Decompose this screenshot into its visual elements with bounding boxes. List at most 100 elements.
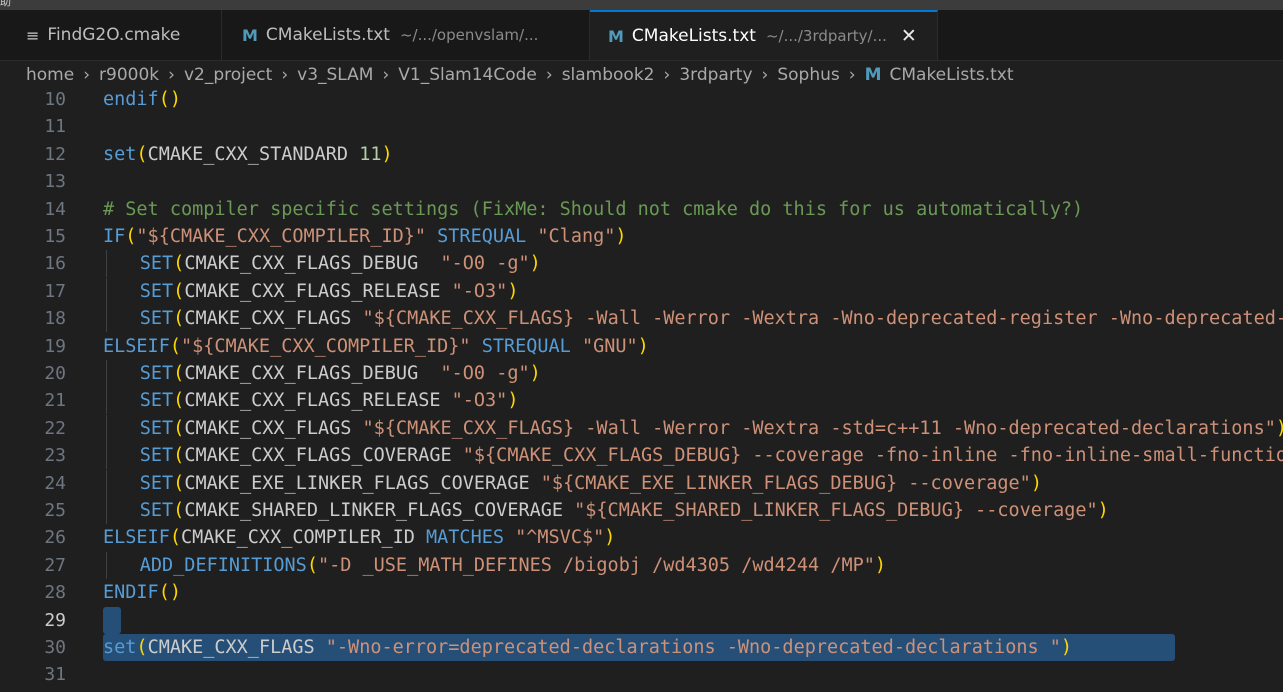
code-line[interactable]: 25 SET(CMAKE_SHARED_LINKER_FLAGS_COVERAGE… [0, 497, 1283, 524]
code-token: ) [604, 527, 616, 549]
code-line[interactable]: 18 SET(CMAKE_CXX_FLAGS "${CMAKE_CXX_FLAGS… [0, 305, 1283, 333]
code-token: "-O3" [451, 280, 508, 302]
code-token: CMAKE_CXX_STANDARD [147, 143, 360, 165]
code-line[interactable]: 31 [0, 661, 1283, 688]
code-text[interactable]: # Set compiler specific settings (FixMe:… [103, 196, 1083, 223]
tab-findg2o-cmake[interactable]: ≡ FindG2O.cmake [0, 10, 222, 60]
code-token: () [158, 89, 181, 110]
code-token: "${CMAKE_CXX_COMPILER_ID}" [136, 226, 427, 247]
code-text[interactable]: SET(CMAKE_CXX_FLAGS_COVERAGE "${CMAKE_CX… [140, 442, 1283, 469]
code-text[interactable]: set(CMAKE_CXX_STANDARD 11) [103, 141, 393, 168]
breadcrumb-item-file[interactable]: CMakeLists.txt [889, 65, 1013, 85]
code-text[interactable]: ADD_DEFINITIONS("-D _USE_MATH_DEFINES /b… [140, 552, 886, 579]
line-number: 11 [44, 116, 66, 138]
code-token: ( [173, 253, 185, 275]
line-number: 30 [44, 637, 66, 658]
code-text[interactable]: SET(CMAKE_CXX_FLAGS_DEBUG "-O0 -g") [140, 360, 541, 387]
code-text[interactable]: ELSEIF("${CMAKE_CXX_COMPILER_ID}" STREQU… [103, 333, 649, 360]
breadcrumb-item-v1-slam14code[interactable]: V1_Slam14Code [398, 65, 537, 85]
code-text[interactable]: IF("${CMAKE_CXX_COMPILER_ID}" STREQUAL "… [103, 223, 627, 250]
code-token: SET [139, 253, 174, 275]
code-line[interactable]: 15 IF("${CMAKE_CXX_COMPILER_ID}" STREQUAL… [0, 223, 1283, 250]
indent-guide [106, 469, 107, 497]
code-text[interactable]: SET(CMAKE_EXE_LINKER_FLAGS_COVERAGE "${C… [140, 470, 1042, 497]
indent-guide [106, 250, 107, 278]
code-token: CMAKE_CXX_FLAGS_DEBUG [184, 363, 441, 384]
code-line[interactable]: 30 set(CMAKE_CXX_FLAGS "-Wno-error=deprec… [0, 634, 1283, 661]
breadcrumb-item-3rdparty[interactable]: 3rdparty [679, 65, 752, 85]
tab-path: ~/.../3rdparty/... [765, 27, 887, 45]
code-token: ) [1276, 418, 1283, 439]
code-text[interactable]: ENDIF() [103, 579, 181, 606]
code-token: SET [139, 417, 174, 439]
menu-bar: 助 [0, 0, 1283, 10]
code-text[interactable]: SET(CMAKE_CXX_FLAGS_RELEASE "-O3") [140, 278, 519, 305]
breadcrumb-item-sophus[interactable]: Sophus [777, 65, 839, 85]
code-text[interactable]: SET(CMAKE_SHARED_LINKER_FLAGS_COVERAGE "… [140, 497, 1109, 524]
breadcrumb-item-home[interactable]: home [26, 65, 74, 85]
close-icon[interactable]: ✕ [901, 25, 917, 47]
line-number: 25 [44, 500, 66, 521]
code-line[interactable]: 29 [0, 606, 1283, 634]
code-token: "GNU" [581, 335, 638, 357]
code-token: CMAKE_CXX_COMPILER_ID [180, 527, 427, 549]
breadcrumb-item-slambook2[interactable]: slambook2 [562, 65, 655, 85]
line-number: 22 [44, 417, 66, 439]
code-text[interactable]: SET(CMAKE_CXX_FLAGS_RELEASE "-O3") [140, 387, 519, 414]
code-line[interactable]: 28 ENDIF() [0, 579, 1283, 606]
code-token: CMAKE_CXX_FLAGS [184, 417, 363, 439]
line-number: 27 [44, 554, 66, 576]
tab-cmakelists-openvslam[interactable]: M CMakeLists.txt ~/.../openvslam/... [222, 10, 590, 60]
code-line[interactable]: 24 SET(CMAKE_EXE_LINKER_FLAGS_COVERAGE "$… [0, 469, 1283, 497]
line-number: 29 [44, 609, 66, 631]
code-editor[interactable]: 10 endif() 11 12 set(CMAKE_CXX_STANDARD 11) 1… [0, 89, 1283, 692]
line-number: 12 [44, 143, 66, 165]
code-line[interactable]: 21 SET(CMAKE_CXX_FLAGS_RELEASE "-O3") [0, 387, 1283, 415]
code-line[interactable]: 17 SET(CMAKE_CXX_FLAGS_RELEASE "-O3") [0, 277, 1283, 305]
code-token: ) [381, 143, 393, 165]
code-line[interactable]: 27 ADD_DEFINITIONS("-D _USE_MATH_DEFINES … [0, 551, 1283, 579]
code-token: "-O0 -g" [440, 363, 530, 384]
code-line[interactable]: 10 endif() [0, 89, 1283, 113]
code-line[interactable]: 23 SET(CMAKE_CXX_FLAGS_COVERAGE "${CMAKE_… [0, 442, 1283, 470]
code-line[interactable]: 26 ELSEIF(CMAKE_CXX_COMPILER_ID MATCHES "… [0, 524, 1283, 551]
code-token: SET [139, 472, 174, 494]
code-token: "${CMAKE_CXX_FLAGS} -Wall -Werror -Wextr… [362, 417, 1276, 439]
line-number: 21 [44, 390, 66, 412]
chevron-right-icon: › [761, 65, 769, 85]
code-text[interactable]: endif() [103, 89, 181, 113]
code-token: "-O3" [451, 390, 508, 412]
code-token: ) [1060, 637, 1073, 658]
code-text[interactable]: SET(CMAKE_CXX_FLAGS "${CMAKE_CXX_FLAGS} … [140, 415, 1283, 442]
breadcrumb-item-r9000k[interactable]: r9000k [99, 65, 159, 85]
code-line[interactable]: 16 SET(CMAKE_CXX_FLAGS_DEBUG "-O0 -g") [0, 250, 1283, 278]
code-line[interactable]: 12 set(CMAKE_CXX_STANDARD 11) [0, 141, 1283, 168]
code-line[interactable]: 19 ELSEIF("${CMAKE_CXX_COMPILER_ID}" STRE… [0, 333, 1283, 360]
code-text[interactable]: ELSEIF(CMAKE_CXX_COMPILER_ID MATCHES "^M… [103, 524, 615, 551]
code-token: ( [125, 226, 137, 247]
code-token: "^MSVC$" [515, 527, 605, 549]
code-line[interactable]: 20 SET(CMAKE_CXX_FLAGS_DEBUG "-O0 -g") [0, 360, 1283, 387]
line-number: 13 [44, 171, 66, 193]
breadcrumb-item-v3-slam[interactable]: v3_SLAM [297, 65, 373, 85]
code-line[interactable]: 22 SET(CMAKE_CXX_FLAGS "${CMAKE_CXX_FLAGS… [0, 414, 1283, 442]
chevron-right-icon: › [382, 65, 390, 85]
menu-stub-text[interactable]: 助 [0, 0, 11, 8]
code-text[interactable]: set(CMAKE_CXX_FLAGS "-Wno-error=deprecat… [103, 634, 1072, 661]
tab-label: FindG2O.cmake [47, 25, 181, 45]
cmake-m-icon: M [608, 26, 624, 46]
code-text[interactable]: SET(CMAKE_CXX_FLAGS "${CMAKE_CXX_FLAGS} … [140, 305, 1283, 332]
code-token: ( [173, 445, 185, 467]
code-token: "${CMAKE_CXX_COMPILER_ID}" [180, 335, 471, 357]
list-icon: ≡ [26, 25, 40, 45]
code-token: ) [529, 253, 541, 275]
code-text[interactable]: SET(CMAKE_CXX_FLAGS_DEBUG "-O0 -g") [140, 250, 541, 277]
code-token: "${CMAKE_EXE_LINKER_FLAGS_DEBUG} --cover… [540, 472, 1031, 494]
code-line[interactable]: 11 [0, 113, 1283, 140]
breadcrumb-item-v2-project[interactable]: v2_project [184, 65, 272, 85]
code-line[interactable]: 13 [0, 168, 1283, 195]
tab-cmakelists-3rdparty[interactable]: M CMakeLists.txt ~/.../3rdparty/... ✕ [590, 10, 938, 60]
line-number: 17 [44, 280, 66, 302]
code-line[interactable]: 14 # Set compiler specific settings (FixM… [0, 196, 1283, 223]
